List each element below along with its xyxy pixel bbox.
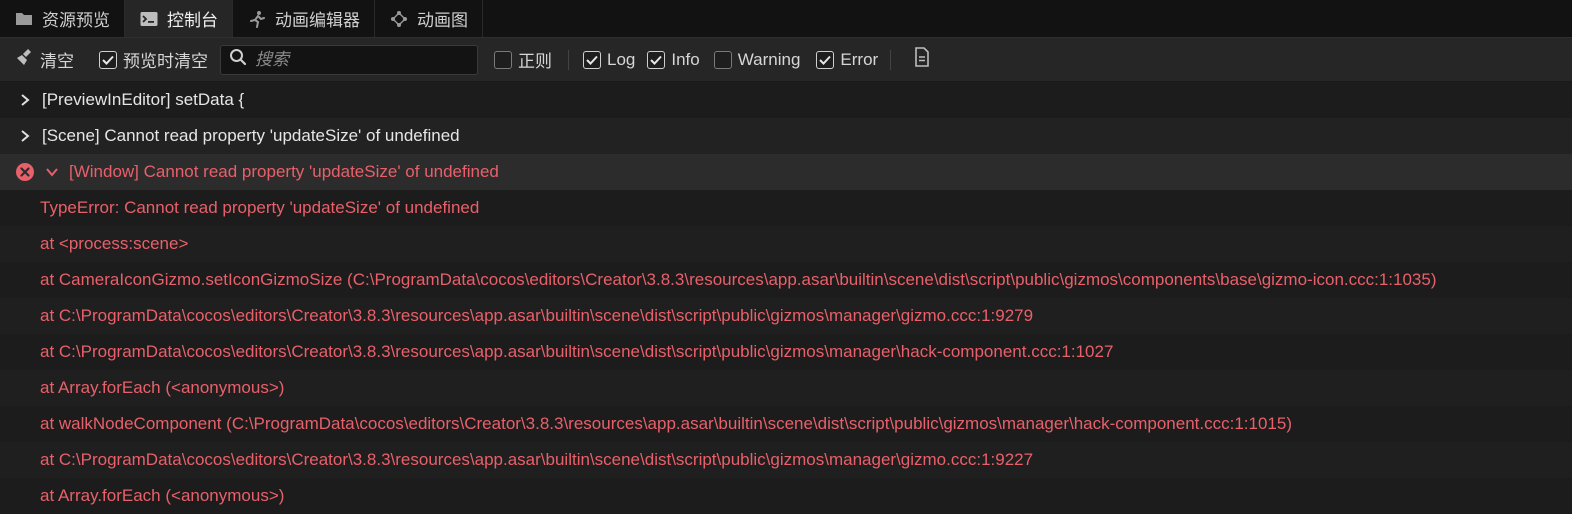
stack-trace-line: at Array.forEach (<anonymous>) — [0, 478, 1572, 514]
error-filter-toggle[interactable]: Error — [816, 50, 878, 70]
toolbar-divider — [890, 49, 892, 70]
log-filter-toggle[interactable]: Log — [583, 50, 635, 70]
console-toolbar: 清空 预览时清空 正则 Log Info Warning — [0, 38, 1572, 82]
regex-toggle[interactable]: 正则 — [494, 47, 552, 72]
error-filter-checkbox[interactable] — [816, 50, 835, 69]
document-icon — [913, 47, 931, 72]
toolbar-divider — [568, 49, 569, 70]
clear-on-preview-checkbox[interactable] — [99, 50, 117, 69]
tab-label: 资源预览 — [42, 11, 110, 30]
tab-asset-preview[interactable]: 资源预览 — [0, 0, 125, 37]
chevron-right-icon[interactable] — [18, 129, 32, 143]
warning-filter-checkbox[interactable] — [713, 50, 732, 69]
search-box[interactable] — [220, 44, 478, 75]
log-entry[interactable]: [PreviewInEditor] setData { — [0, 82, 1572, 118]
regex-label: 正则 — [518, 52, 552, 71]
error-message: [Window] Cannot read property 'updateSiz… — [69, 162, 499, 181]
info-filter-checkbox[interactable] — [647, 50, 666, 69]
stack-trace-text: at Array.forEach (<anonymous>) — [40, 378, 285, 397]
clear-label: 清空 — [40, 52, 74, 71]
stack-trace-line: at C:\ProgramData\cocos\editors\Creator\… — [0, 334, 1572, 370]
search-input[interactable] — [255, 49, 455, 70]
tab-label: 动画图 — [417, 11, 468, 30]
stack-trace-line: at <process:scene> — [0, 226, 1572, 262]
info-filter-toggle[interactable]: Info — [647, 49, 700, 70]
tab-console[interactable]: 控制台 — [125, 0, 233, 37]
open-log-file-button[interactable] — [913, 47, 931, 72]
error-circle-icon — [15, 162, 35, 182]
chevron-right-icon[interactable] — [18, 93, 32, 107]
regex-checkbox[interactable] — [494, 50, 512, 69]
stack-trace-line: at C:\ProgramData\cocos\editors\Creator\… — [0, 442, 1572, 478]
stack-trace-text: at <process:scene> — [40, 234, 189, 253]
info-filter-label: Info — [671, 49, 700, 69]
running-figure-icon — [247, 9, 267, 29]
panel-tab-bar: 资源预览 控制台 动画编辑器 动画图 — [0, 0, 1572, 38]
stack-trace-line: at C:\ProgramData\cocos\editors\Creator\… — [0, 298, 1572, 334]
terminal-icon — [139, 9, 159, 29]
warning-filter-label: Warning — [737, 49, 801, 69]
stack-trace-text: at C:\ProgramData\cocos\editors\Creator\… — [40, 342, 1114, 361]
tab-label: 动画编辑器 — [275, 11, 360, 30]
error-entry[interactable]: [Window] Cannot read property 'updateSiz… — [0, 154, 1572, 190]
clear-button[interactable]: 清空 — [16, 47, 74, 72]
log-filter-label: Log — [607, 49, 636, 69]
error-filter-label: Error — [840, 49, 879, 69]
clear-on-preview-label: 预览时清空 — [123, 52, 208, 71]
stack-trace-text: TypeError: Cannot read property 'updateS… — [40, 198, 480, 217]
tab-animation-graph[interactable]: 动画图 — [375, 0, 483, 37]
stack-trace-text: at C:\ProgramData\cocos\editors\Creator\… — [40, 450, 1034, 469]
search-icon — [229, 48, 247, 71]
stack-trace-line: at walkNodeComponent (C:\ProgramData\coc… — [0, 406, 1572, 442]
log-entry[interactable]: [Scene] Cannot read property 'updateSize… — [0, 118, 1572, 154]
log-filter-checkbox[interactable] — [583, 50, 601, 69]
animation-graph-icon — [389, 9, 409, 29]
stack-trace-line: TypeError: Cannot read property 'updateS… — [0, 190, 1572, 226]
stack-trace-text: at Array.forEach (<anonymous>) — [40, 486, 285, 505]
stack-trace-text: at walkNodeComponent (C:\ProgramData\coc… — [40, 414, 1292, 433]
tab-label: 控制台 — [167, 11, 218, 30]
log-message: [Scene] Cannot read property 'updateSize… — [42, 126, 460, 145]
stack-trace-text: at CameraIconGizmo.setIconGizmoSize (C:\… — [40, 270, 1437, 289]
tab-animation-editor[interactable]: 动画编辑器 — [233, 0, 375, 37]
warning-filter-toggle[interactable]: Warning — [713, 49, 801, 70]
stack-trace-line: at Array.forEach (<anonymous>) — [0, 370, 1572, 406]
stack-trace-line: at CameraIconGizmo.setIconGizmoSize (C:\… — [0, 262, 1572, 298]
broom-icon — [16, 48, 34, 71]
log-message: [PreviewInEditor] setData { — [42, 90, 245, 109]
folder-icon — [14, 9, 34, 29]
stack-trace-text: at C:\ProgramData\cocos\editors\Creator\… — [40, 306, 1034, 325]
clear-on-preview-toggle[interactable]: 预览时清空 — [99, 47, 208, 72]
console-log-list: [PreviewInEditor] setData { [Scene] Cann… — [0, 82, 1572, 514]
chevron-down-icon[interactable] — [45, 165, 59, 179]
